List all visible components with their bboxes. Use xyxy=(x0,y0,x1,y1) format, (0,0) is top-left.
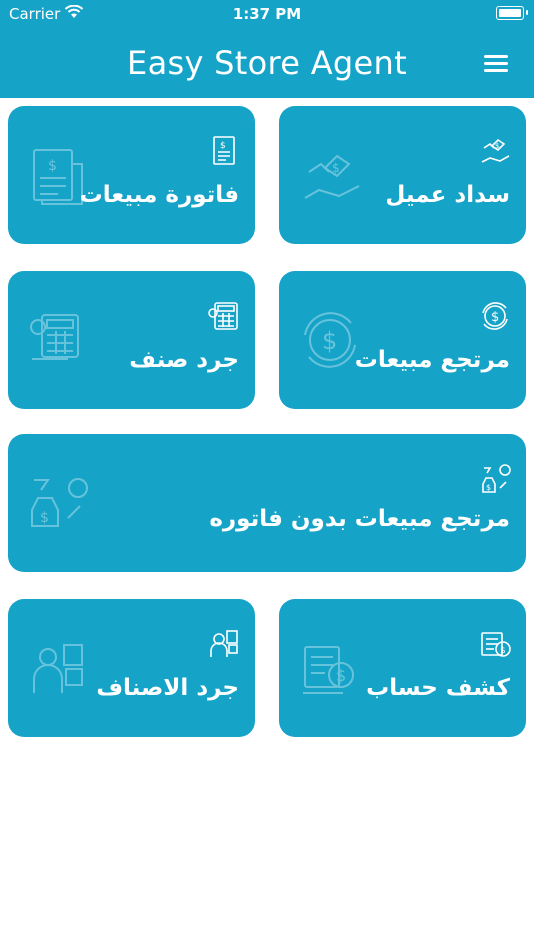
tile-label: فاتورة مبيعات xyxy=(79,182,239,208)
inventory-worker-big-icon xyxy=(33,644,83,693)
tile-account-statement[interactable]: $ $ كشف حساب xyxy=(279,599,526,737)
tile-label: جرد صنف xyxy=(129,347,239,373)
dollar-refresh-icon: $ xyxy=(482,302,508,330)
battery-icon xyxy=(496,6,524,20)
tile-item-inventory[interactable]: جرد صنف xyxy=(8,271,255,409)
svg-text:$: $ xyxy=(486,483,491,492)
tile-sales-return-without-invoice[interactable]: $ $ مرتجع مبيعات بدون فاتوره xyxy=(8,434,526,572)
inventory-worker-icon xyxy=(210,630,238,657)
svg-text:$: $ xyxy=(500,646,506,656)
status-time: 1:37 PM xyxy=(232,5,302,23)
account-statement-icon: $ xyxy=(481,632,511,657)
calculator-icon xyxy=(208,302,238,330)
money-bag-return-big-icon: $ xyxy=(31,478,88,527)
tile-sales-return[interactable]: $ $ مرتجع مبيعات xyxy=(279,271,526,409)
tile-label: سداد عميل xyxy=(385,182,510,208)
account-statement-big-icon: $ xyxy=(303,646,354,694)
tile-sales-invoice[interactable]: $ $ فاتورة مبيعات xyxy=(8,106,255,244)
money-bag-return-icon: $ xyxy=(482,464,511,493)
svg-text:$: $ xyxy=(48,158,57,174)
app-header: Carrier 1:37 PM Easy Store Agent xyxy=(0,0,534,98)
tile-customer-payment[interactable]: $ $ سداد عميل xyxy=(279,106,526,244)
hand-payment-icon: $ xyxy=(481,138,510,163)
svg-text:$: $ xyxy=(220,141,226,151)
battery-cap xyxy=(526,10,528,15)
svg-text:$: $ xyxy=(322,327,337,355)
svg-text:$: $ xyxy=(336,666,346,685)
svg-text:$: $ xyxy=(332,161,340,175)
tile-items-inventory[interactable]: جرد الاصناف xyxy=(8,599,255,737)
tile-label: جرد الاصناف xyxy=(96,675,239,701)
svg-text:$: $ xyxy=(40,510,49,526)
tile-label: كشف حساب xyxy=(366,675,510,701)
tile-label: مرتجع مبيعات بدون فاتوره xyxy=(209,506,510,532)
svg-text:$: $ xyxy=(495,142,499,150)
tile-label: مرتجع مبيعات xyxy=(354,347,510,373)
calculator-big-icon xyxy=(30,314,79,360)
status-bar: Carrier 1:37 PM xyxy=(0,0,534,28)
hand-payment-big-icon: $ xyxy=(304,154,360,199)
app-title: Easy Store Agent xyxy=(127,44,407,82)
svg-text:$: $ xyxy=(491,310,499,325)
hamburger-menu-icon[interactable] xyxy=(482,52,510,74)
receipt-icon: $ xyxy=(213,136,235,165)
dollar-refresh-big-icon: $ xyxy=(304,312,356,368)
